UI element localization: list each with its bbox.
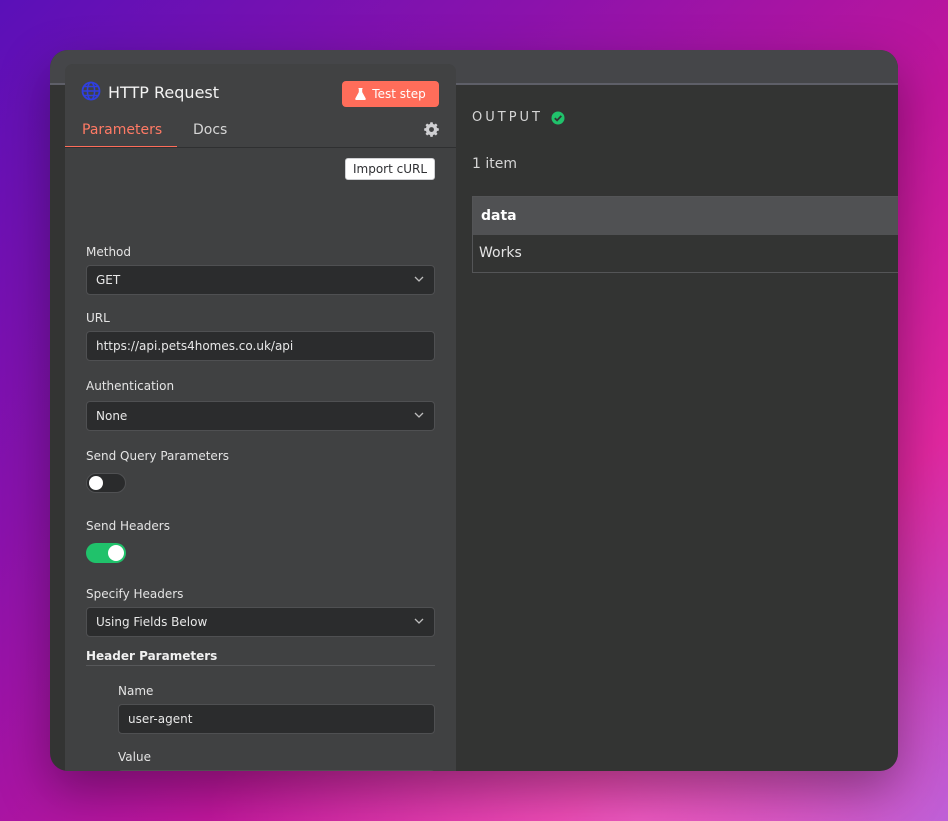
node-title: HTTP Request — [108, 83, 220, 102]
header-parameters-title: Header Parameters — [86, 649, 218, 663]
header-divider — [65, 147, 456, 148]
specify-headers-value: Using Fields Below — [96, 615, 208, 629]
url-value: https://api.pets4homes.co.uk/api — [96, 339, 294, 353]
specify-headers-select[interactable]: Using Fields Below — [86, 607, 435, 637]
header-name-label: Name — [118, 684, 154, 698]
output-item-count: 1 item — [472, 156, 517, 172]
node-header: HTTP Request Test step Parameters Docs — [65, 64, 456, 148]
output-table: data Works — [472, 196, 898, 273]
tab-parameters[interactable]: Parameters — [82, 120, 162, 140]
success-check-icon — [551, 111, 565, 124]
header-name-input[interactable]: user-agent — [118, 704, 435, 734]
method-select[interactable]: GET — [86, 265, 435, 295]
url-label: URL — [86, 311, 110, 325]
send-headers-toggle[interactable] — [86, 543, 126, 563]
toggle-knob — [89, 476, 103, 490]
header-name-value: user-agent — [128, 712, 193, 726]
tab-docs[interactable]: Docs — [193, 120, 227, 140]
method-label: Method — [86, 245, 132, 259]
authentication-label: Authentication — [86, 379, 175, 393]
method-value: GET — [96, 273, 121, 287]
gear-icon[interactable] — [424, 122, 439, 137]
output-title: OUTPUT — [472, 110, 565, 125]
section-divider — [86, 665, 435, 666]
chevron-down-icon — [414, 618, 424, 624]
import-curl-button[interactable]: Import cURL — [345, 158, 435, 180]
flask-icon — [355, 88, 367, 100]
output-title-text: OUTPUT — [472, 110, 543, 125]
table-header-data: data — [473, 197, 898, 235]
panel-tabs: Parameters Docs — [65, 120, 456, 148]
authentication-select[interactable]: None — [86, 401, 435, 431]
send-query-label: Send Query Parameters — [86, 449, 230, 463]
parameters-panel: HTTP Request Test step Parameters Docs I… — [65, 64, 456, 771]
url-input[interactable]: https://api.pets4homes.co.uk/api — [86, 331, 435, 361]
test-step-button[interactable]: Test step — [342, 81, 439, 107]
header-value-input[interactable]: n8n — [118, 770, 435, 771]
test-step-label: Test step — [372, 87, 426, 101]
send-query-toggle[interactable] — [86, 473, 126, 493]
chevron-down-icon — [414, 276, 424, 282]
authentication-value: None — [96, 409, 128, 423]
toggle-knob — [108, 545, 124, 561]
specify-headers-label: Specify Headers — [86, 587, 184, 601]
table-cell: Works — [479, 245, 522, 261]
globe-icon — [81, 81, 101, 101]
send-headers-label: Send Headers — [86, 519, 170, 533]
chevron-down-icon — [414, 412, 424, 418]
app-window: HTTP Request Test step Parameters Docs I… — [50, 50, 898, 771]
header-value-label: Value — [118, 750, 151, 764]
